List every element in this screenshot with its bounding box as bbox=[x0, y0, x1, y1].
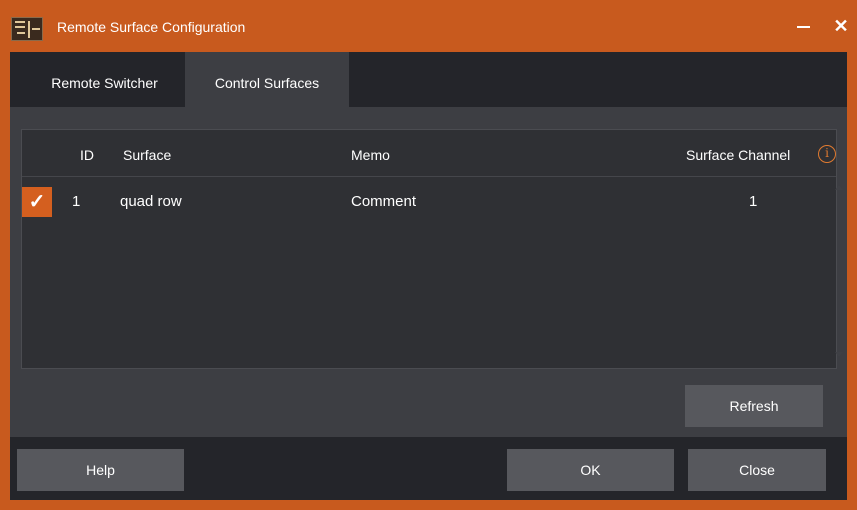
close-button[interactable]: Close bbox=[688, 449, 826, 491]
minimize-button[interactable] bbox=[792, 14, 816, 38]
minimize-icon bbox=[797, 26, 810, 28]
window-close-button[interactable]: ✕ bbox=[829, 14, 853, 38]
scroll-up-arrow-icon[interactable] bbox=[835, 185, 843, 190]
refresh-button[interactable]: Refresh bbox=[685, 385, 823, 427]
column-header-surface: Surface bbox=[123, 147, 172, 163]
tab-bar: Remote Switcher Control Surfaces bbox=[10, 52, 847, 107]
column-header-memo: Memo bbox=[351, 147, 390, 163]
cell-id: 1 bbox=[72, 193, 81, 210]
window-title: Remote Surface Configuration bbox=[57, 19, 246, 35]
remote-surface-config-window: Remote Surface Configuration ✕ Remote Sw… bbox=[0, 0, 857, 510]
title-bar[interactable]: Remote Surface Configuration ✕ bbox=[0, 0, 857, 52]
help-button[interactable]: Help bbox=[17, 449, 184, 491]
app-logo-icon bbox=[11, 17, 43, 41]
cell-memo[interactable]: Comment bbox=[351, 193, 416, 211]
cell-surface-channel[interactable]: 1 bbox=[749, 193, 757, 211]
info-icon[interactable]: i bbox=[818, 145, 836, 163]
table-row[interactable]: ✓ 1 quad row Comment 1 bbox=[22, 187, 822, 217]
ok-button[interactable]: OK bbox=[507, 449, 674, 491]
header-divider bbox=[22, 176, 836, 177]
column-header-id: ID bbox=[80, 147, 94, 163]
cell-surface: quad row bbox=[120, 193, 182, 210]
tab-remote-switcher[interactable]: Remote Switcher bbox=[27, 52, 182, 107]
row-enabled-checkbox[interactable]: ✓ bbox=[22, 187, 52, 217]
surfaces-table: ID Surface Memo Surface Channel i ✓ 1 qu… bbox=[21, 129, 843, 369]
dialog-footer: Help OK Close bbox=[10, 437, 847, 500]
tab-control-surfaces[interactable]: Control Surfaces bbox=[185, 52, 349, 107]
scroll-down-arrow-icon[interactable] bbox=[835, 352, 843, 357]
control-surfaces-panel: ID Surface Memo Surface Channel i ✓ 1 qu… bbox=[10, 107, 847, 437]
column-header-surface-channel: Surface Channel bbox=[686, 147, 791, 163]
